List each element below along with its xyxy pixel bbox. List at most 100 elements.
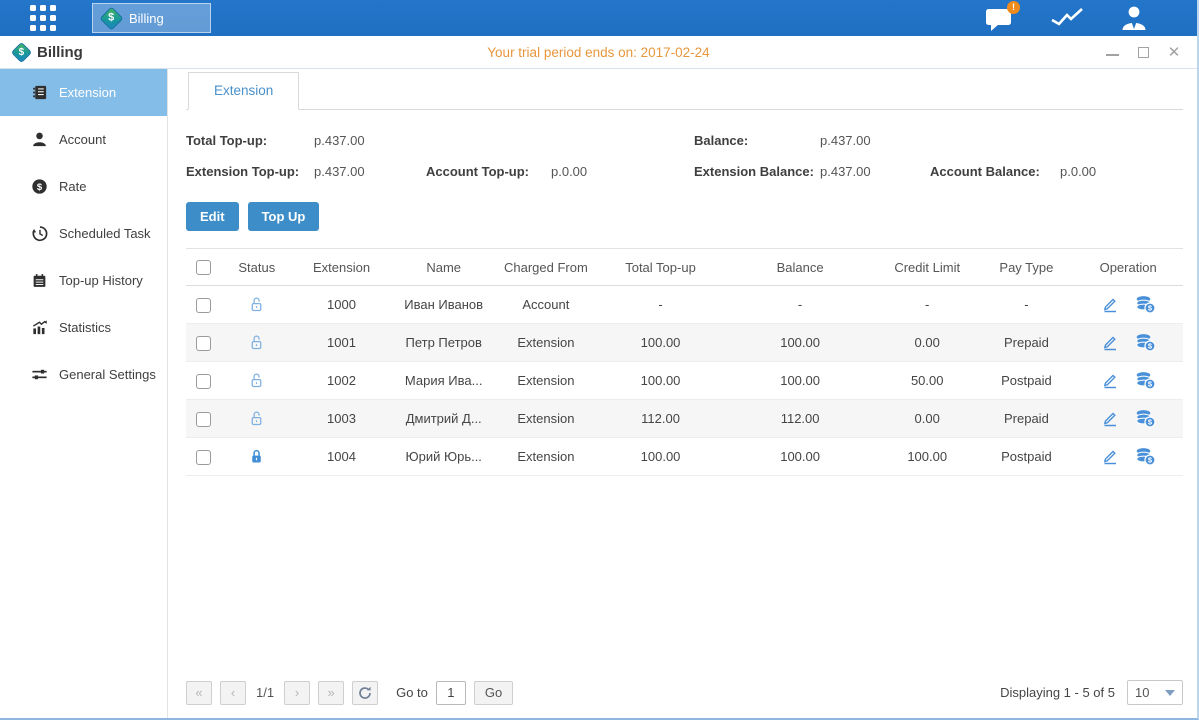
balance-summary: Total Top-up: p.437.00 Extension Top-up:…	[186, 125, 1183, 187]
total-topup-value: p.437.00	[314, 133, 426, 148]
edit-button[interactable]: Edit	[186, 202, 239, 231]
edit-row-icon[interactable]	[1101, 447, 1119, 466]
col-extension: Extension	[292, 249, 392, 286]
notification-badge: !	[1007, 1, 1020, 14]
messages-icon[interactable]: !	[984, 5, 1015, 32]
go-button[interactable]: Go	[474, 681, 513, 705]
col-pay-type: Pay Type	[980, 249, 1074, 286]
col-balance: Balance	[725, 249, 875, 286]
col-credit-limit: Credit Limit	[875, 249, 980, 286]
select-all-checkbox[interactable]	[196, 260, 211, 275]
col-total-topup: Total Top-up	[596, 249, 726, 286]
prev-page-button[interactable]: ‹	[220, 681, 246, 705]
page-size-value: 10	[1135, 685, 1149, 700]
dollar-circle-icon: $	[30, 178, 48, 195]
svg-text:$: $	[36, 182, 42, 193]
account-topup-label: Account Top-up:	[426, 164, 551, 179]
top-up-row-icon[interactable]: $	[1135, 295, 1156, 314]
table-row: 1000 Иван Иванов Account - - - -	[186, 286, 1183, 324]
tab-bar: Extension	[186, 69, 1183, 110]
sidebar: Extension Account $ Rate Scheduled Task …	[0, 69, 168, 718]
row-checkbox[interactable]	[196, 336, 211, 351]
extension-topup-value: p.437.00	[314, 164, 426, 179]
statistics-chart-icon[interactable]	[1049, 5, 1085, 31]
table-row: 1004 Юрий Юрь... Extension 100.00 100.00…	[186, 438, 1183, 476]
displaying-label: Displaying 1 - 5 of 5	[1000, 685, 1115, 700]
tab-extension[interactable]: Extension	[188, 72, 299, 110]
row-checkbox[interactable]	[196, 298, 211, 313]
top-up-row-icon[interactable]: $	[1135, 409, 1156, 428]
table-row: 1003 Дмитрий Д... Extension 112.00 112.0…	[186, 400, 1183, 438]
account-topup-value: p.0.00	[551, 164, 694, 179]
table-row: 1001 Петр Петров Extension 100.00 100.00…	[186, 324, 1183, 362]
last-page-button[interactable]: »	[318, 681, 344, 705]
pagination-bar: « ‹ 1/1 › » Go to Go Displaying 1 - 5 of…	[186, 680, 1183, 705]
chevron-down-icon	[1165, 690, 1175, 696]
row-checkbox[interactable]	[196, 374, 211, 389]
col-status: Status	[222, 249, 292, 286]
status-lock-icon	[248, 410, 265, 425]
person-icon	[30, 131, 48, 148]
history-clock-icon	[30, 225, 48, 242]
sidebar-item-rate[interactable]: $ Rate	[0, 163, 167, 210]
close-button[interactable]: ✕	[1167, 45, 1181, 59]
row-checkbox[interactable]	[196, 412, 211, 427]
account-balance-label: Account Balance:	[930, 164, 1060, 179]
total-topup-label: Total Top-up:	[186, 133, 314, 148]
status-lock-icon	[248, 448, 265, 463]
first-page-button[interactable]: «	[186, 681, 212, 705]
user-account-icon[interactable]	[1119, 5, 1149, 32]
sidebar-item-top-up-history[interactable]: Top-up History	[0, 257, 167, 304]
ledger-icon	[30, 84, 48, 101]
edit-row-icon[interactable]	[1101, 409, 1119, 428]
main-panel: Extension Total Top-up: p.437.00 Extensi…	[168, 69, 1197, 718]
edit-row-icon[interactable]	[1101, 371, 1119, 390]
sliders-icon	[30, 366, 48, 383]
app-title-icon: $	[11, 41, 32, 62]
edit-row-icon[interactable]	[1101, 295, 1119, 314]
app-title: Billing	[37, 44, 83, 61]
col-charged-from: Charged From	[496, 249, 596, 286]
table-row: 1002 Мария Ива... Extension 100.00 100.0…	[186, 362, 1183, 400]
refresh-button[interactable]	[352, 681, 378, 705]
extension-topup-label: Extension Top-up:	[186, 164, 314, 179]
status-lock-icon	[248, 296, 265, 311]
page-size-dropdown[interactable]: 10	[1127, 680, 1183, 705]
status-lock-icon	[248, 334, 265, 349]
top-taskbar: $ Billing !	[0, 0, 1197, 36]
table-body: 1000 Иван Иванов Account - - - -	[186, 286, 1183, 476]
col-operation: Operation	[1073, 249, 1183, 286]
top-up-row-icon[interactable]: $	[1135, 371, 1156, 390]
maximize-button[interactable]	[1138, 47, 1149, 58]
billing-window: $ Billing !	[0, 0, 1199, 720]
sidebar-item-extension[interactable]: Extension	[0, 69, 167, 116]
app-grid-icon[interactable]	[30, 5, 56, 31]
balance-value: p.437.00	[820, 133, 930, 148]
edit-row-icon[interactable]	[1101, 333, 1119, 352]
col-name: Name	[391, 249, 496, 286]
status-lock-icon	[248, 372, 265, 387]
minimize-button[interactable]	[1106, 48, 1119, 56]
sidebar-item-statistics[interactable]: Statistics	[0, 304, 167, 351]
goto-label: Go to	[396, 685, 428, 700]
top-up-row-icon[interactable]: $	[1135, 333, 1156, 352]
taskbar-tab-label: Billing	[129, 11, 164, 26]
extensions-table: Status Extension Name Charged From Total…	[186, 248, 1183, 476]
balance-label: Balance:	[694, 133, 820, 148]
sidebar-item-account[interactable]: Account	[0, 116, 167, 163]
billing-diamond-icon: $	[99, 6, 123, 30]
next-page-button[interactable]: ›	[284, 681, 310, 705]
top-up-button[interactable]: Top Up	[248, 202, 320, 231]
window-titlebar: $ Billing Your trial period ends on: 201…	[0, 36, 1197, 69]
row-checkbox[interactable]	[196, 450, 211, 465]
top-up-row-icon[interactable]: $	[1135, 447, 1156, 466]
sidebar-item-general-settings[interactable]: General Settings	[0, 351, 167, 398]
page-indicator: 1/1	[256, 685, 274, 700]
table-header-row: Status Extension Name Charged From Total…	[186, 249, 1183, 286]
goto-page-input[interactable]	[436, 681, 466, 705]
trial-notice: Your trial period ends on: 2017-02-24	[0, 45, 1197, 60]
bar-chart-icon	[30, 319, 48, 336]
notebook-icon	[30, 272, 48, 289]
sidebar-item-scheduled-task[interactable]: Scheduled Task	[0, 210, 167, 257]
taskbar-tab-billing[interactable]: $ Billing	[92, 3, 211, 33]
